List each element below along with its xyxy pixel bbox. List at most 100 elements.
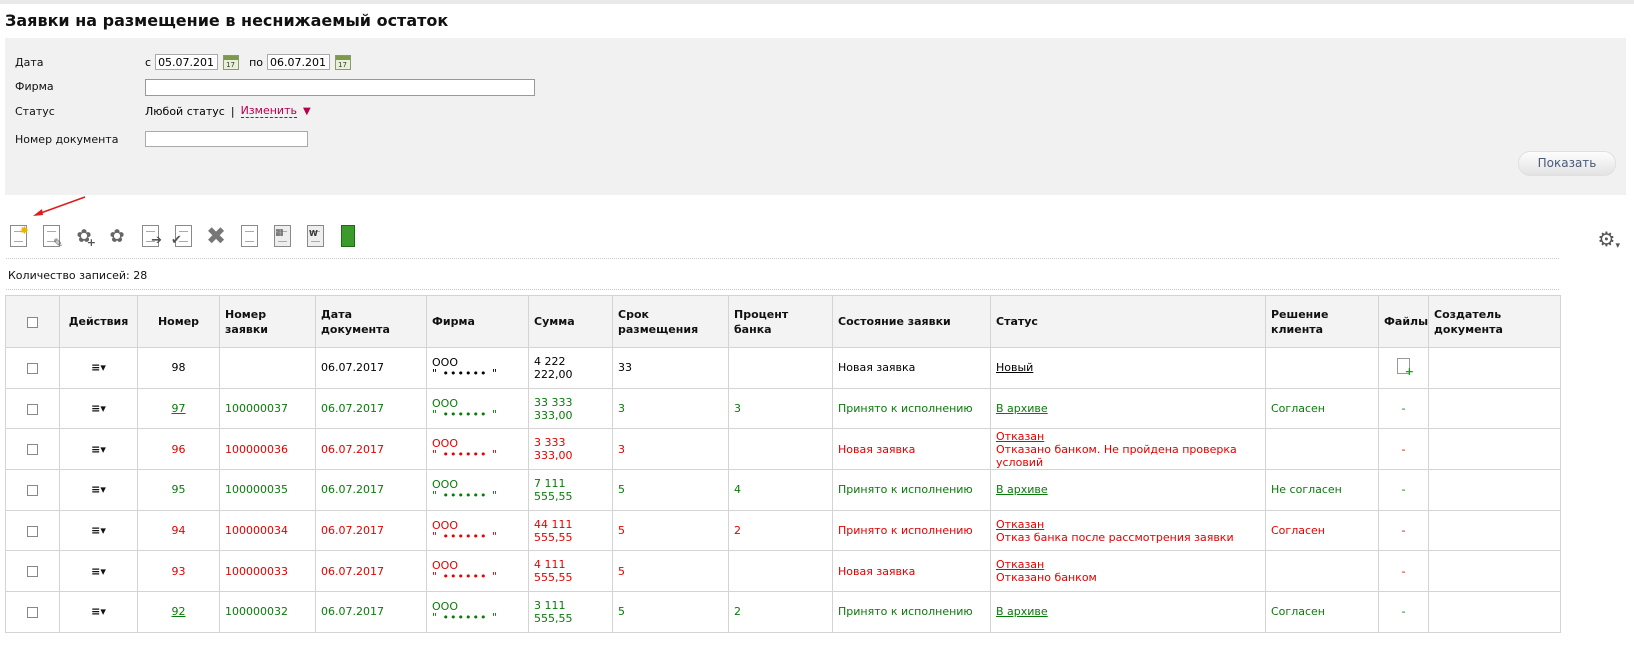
- row-files: -: [1378, 591, 1429, 633]
- checkbox[interactable]: [27, 525, 38, 537]
- row-actions[interactable]: ≡▾: [59, 469, 138, 511]
- table-row[interactable]: ≡▾ 95 100000035 06.07.2017 ООО " •••••• " 7 11…: [5, 469, 1561, 511]
- actions-menu-icon[interactable]: ≡▾: [91, 402, 106, 415]
- date-from-input[interactable]: [155, 54, 219, 70]
- row-number[interactable]: 92: [137, 591, 220, 633]
- send-icon[interactable]: ➔: [138, 222, 162, 250]
- status-link[interactable]: В архиве: [996, 605, 1260, 618]
- checkbox[interactable]: [27, 444, 38, 456]
- number-link[interactable]: 92: [172, 605, 186, 618]
- row-status[interactable]: В архиве: [990, 469, 1266, 511]
- row-files[interactable]: [1378, 347, 1429, 389]
- copy-icon[interactable]: [237, 222, 261, 250]
- col-creator[interactable]: Создатель документа: [1428, 295, 1561, 348]
- row-status[interactable]: В архиве: [990, 387, 1266, 430]
- row-checkbox[interactable]: [5, 509, 60, 552]
- row-checkbox[interactable]: [5, 428, 60, 471]
- doc-number-input[interactable]: [145, 131, 308, 147]
- table-row[interactable]: ≡▾ 98 06.07.2017 ООО " •••••• " 4 222 222,00 3…: [5, 347, 1561, 389]
- status-note: Отказ банка после рассмотрения заявки: [996, 530, 1234, 544]
- col-firm[interactable]: Фирма: [426, 295, 529, 348]
- col-number[interactable]: Номер: [137, 295, 220, 348]
- row-actions[interactable]: ≡▾: [59, 428, 138, 471]
- col-bank-percent[interactable]: Процент банка: [728, 295, 833, 348]
- row-bank-percent: 2: [728, 509, 833, 552]
- show-button[interactable]: Показать: [1518, 151, 1616, 176]
- row-checkbox[interactable]: [5, 387, 60, 430]
- col-sum[interactable]: Сумма: [528, 295, 613, 348]
- number-link[interactable]: 97: [172, 402, 186, 415]
- row-actions[interactable]: ≡▾: [59, 347, 138, 389]
- row-checkbox[interactable]: [5, 347, 60, 389]
- row-actions[interactable]: ≡▾: [59, 550, 138, 593]
- table-row[interactable]: ≡▾ 94 100000034 06.07.2017 ООО " •••••• " 44 1…: [5, 509, 1561, 552]
- col-request-number[interactable]: Номер заявки: [219, 295, 316, 348]
- row-status[interactable]: Отказан Отказ банка после рассмотрения за…: [990, 509, 1266, 552]
- col-request-state[interactable]: Состояние заявки: [832, 295, 991, 348]
- actions-menu-icon[interactable]: ≡▾: [91, 605, 106, 618]
- row-actions[interactable]: ≡▾: [59, 387, 138, 430]
- date-to-input[interactable]: [266, 54, 330, 70]
- row-firm: ООО " •••••• ": [426, 591, 529, 633]
- table-row[interactable]: ≡▾ 93 100000033 06.07.2017 ООО " •••••• " 4 11…: [5, 550, 1561, 593]
- row-checkbox[interactable]: [5, 591, 60, 633]
- sign-icon[interactable]: ✿: [105, 222, 129, 250]
- status-link[interactable]: Отказан: [996, 430, 1260, 443]
- row-actions[interactable]: ≡▾: [59, 591, 138, 633]
- firm-name-line2: " •••••• ": [432, 407, 499, 421]
- status-link[interactable]: В архиве: [996, 483, 1260, 496]
- row-client-decision: [1265, 428, 1379, 471]
- status-link[interactable]: В архиве: [996, 402, 1260, 415]
- col-term[interactable]: Срок размещения: [612, 295, 729, 348]
- table-row[interactable]: ≡▾ 97 100000037 06.07.2017 ООО " •••••• " 33 3…: [5, 387, 1561, 430]
- row-checkbox[interactable]: [5, 469, 60, 511]
- status-link[interactable]: Отказан: [996, 558, 1260, 571]
- calendar-from-icon[interactable]: 17: [223, 54, 240, 70]
- actions-menu-icon[interactable]: ≡▾: [91, 565, 106, 578]
- row-number: 95: [137, 469, 220, 511]
- actions-menu-icon[interactable]: ≡▾: [91, 443, 106, 456]
- dropdown-arrow-icon[interactable]: ▼: [303, 106, 311, 117]
- select-all-checkbox[interactable]: [5, 295, 60, 348]
- row-status[interactable]: Новый: [990, 347, 1266, 389]
- col-document-date[interactable]: Дата документа: [315, 295, 427, 348]
- status-link[interactable]: Отказан: [996, 518, 1260, 531]
- status-link[interactable]: Новый: [996, 361, 1260, 374]
- row-status[interactable]: В архиве: [990, 591, 1266, 633]
- checkbox[interactable]: [27, 606, 38, 618]
- col-status[interactable]: Статус: [990, 295, 1266, 348]
- change-status-link[interactable]: Изменить: [240, 104, 297, 118]
- add-file-icon[interactable]: [1397, 358, 1414, 378]
- row-number[interactable]: 97: [137, 387, 220, 430]
- col-actions[interactable]: Действия: [59, 295, 138, 348]
- sign-add-icon[interactable]: ✿ +: [72, 222, 96, 250]
- calendar-to-icon[interactable]: 17: [334, 54, 351, 70]
- checkbox[interactable]: [27, 362, 38, 374]
- actions-menu-icon[interactable]: ≡▾: [91, 361, 106, 374]
- export-word-icon[interactable]: W: [303, 222, 327, 250]
- col-files[interactable]: Файлы: [1378, 295, 1429, 348]
- receive-icon[interactable]: ✔: [171, 222, 195, 250]
- table-row[interactable]: ≡▾ 96 100000036 06.07.2017 ООО " •••••• " 3 33…: [5, 428, 1561, 471]
- settings-gear-icon[interactable]: ⚙▾: [1598, 227, 1620, 251]
- actions-menu-icon[interactable]: ≡▾: [91, 483, 106, 496]
- row-sum: 33 333 333,00: [528, 387, 613, 430]
- exit-icon[interactable]: [336, 222, 360, 250]
- edit-document-icon[interactable]: ✎: [39, 222, 63, 250]
- checkbox[interactable]: [27, 566, 38, 578]
- new-document-icon[interactable]: ✸: [6, 222, 30, 250]
- col-client-decision[interactable]: Решение клиента: [1265, 295, 1379, 348]
- row-firm: ООО " •••••• ": [426, 387, 529, 430]
- delete-icon[interactable]: ✖: [204, 222, 228, 250]
- row-checkbox[interactable]: [5, 550, 60, 593]
- checkbox[interactable]: [27, 403, 38, 415]
- firm-input[interactable]: [145, 79, 535, 96]
- actions-menu-icon[interactable]: ≡▾: [91, 524, 106, 537]
- export-excel-icon[interactable]: ▦: [270, 222, 294, 250]
- row-status[interactable]: Отказан Отказано банком: [990, 550, 1266, 593]
- row-actions[interactable]: ≡▾: [59, 509, 138, 552]
- row-status[interactable]: Отказан Отказано банком. Не пройдена пров…: [990, 428, 1266, 471]
- status-label: Статус: [15, 105, 55, 118]
- table-row[interactable]: ≡▾ 92 100000032 06.07.2017 ООО " •••••• " 3 11…: [5, 591, 1561, 633]
- checkbox[interactable]: [27, 484, 38, 496]
